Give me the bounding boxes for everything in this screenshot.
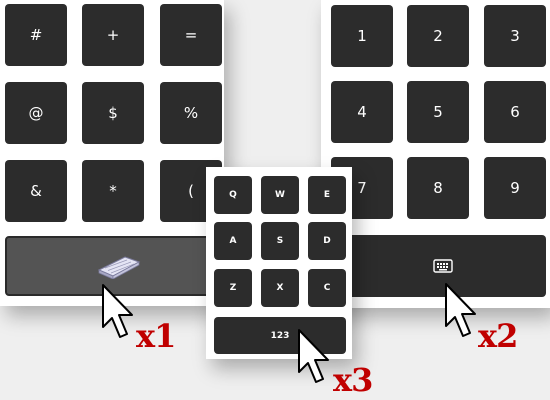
click-count-badge: x3: [333, 361, 373, 399]
click-count-badge: x1: [136, 317, 176, 355]
mouse-cursor-icon: [102, 284, 133, 338]
key-4[interactable]: 4: [331, 81, 393, 143]
key-at[interactable]: @: [5, 82, 67, 144]
key-6[interactable]: 6: [484, 81, 546, 143]
numbers-keyboard-panel: 1 2 3 4 5 6 7 8 9: [321, 0, 550, 308]
key-e[interactable]: E: [308, 176, 346, 214]
key-3[interactable]: 3: [484, 5, 546, 67]
key-hash[interactable]: #: [5, 4, 67, 66]
key-8[interactable]: 8: [407, 157, 469, 219]
key-9[interactable]: 9: [484, 157, 546, 219]
key-plus[interactable]: +: [82, 4, 144, 66]
key-q[interactable]: Q: [214, 176, 252, 214]
key-5[interactable]: 5: [407, 81, 469, 143]
symbols-keyboard-panel: # + = @ $ % & * (: [0, 0, 224, 306]
key-2[interactable]: 2: [407, 5, 469, 67]
click-count-badge: x2: [478, 317, 518, 355]
keyboard-switch-key[interactable]: [321, 235, 546, 297]
key-d[interactable]: D: [308, 222, 346, 260]
key-asterisk[interactable]: *: [82, 160, 144, 222]
key-percent[interactable]: %: [160, 82, 222, 144]
key-a[interactable]: A: [214, 222, 252, 260]
keyboard-icon: [432, 259, 453, 273]
key-s[interactable]: S: [261, 222, 299, 260]
key-ampersand[interactable]: &: [5, 160, 67, 222]
keyboard-icon: [97, 256, 140, 279]
key-z[interactable]: Z: [214, 269, 252, 307]
key-w[interactable]: W: [261, 176, 299, 214]
key-c[interactable]: C: [308, 269, 346, 307]
key-1[interactable]: 1: [331, 5, 393, 67]
key-equals[interactable]: =: [160, 4, 222, 66]
key-dollar[interactable]: $: [82, 82, 144, 144]
key-x[interactable]: X: [261, 269, 299, 307]
mouse-cursor-icon: [298, 329, 329, 383]
mouse-cursor-icon: [445, 283, 476, 337]
